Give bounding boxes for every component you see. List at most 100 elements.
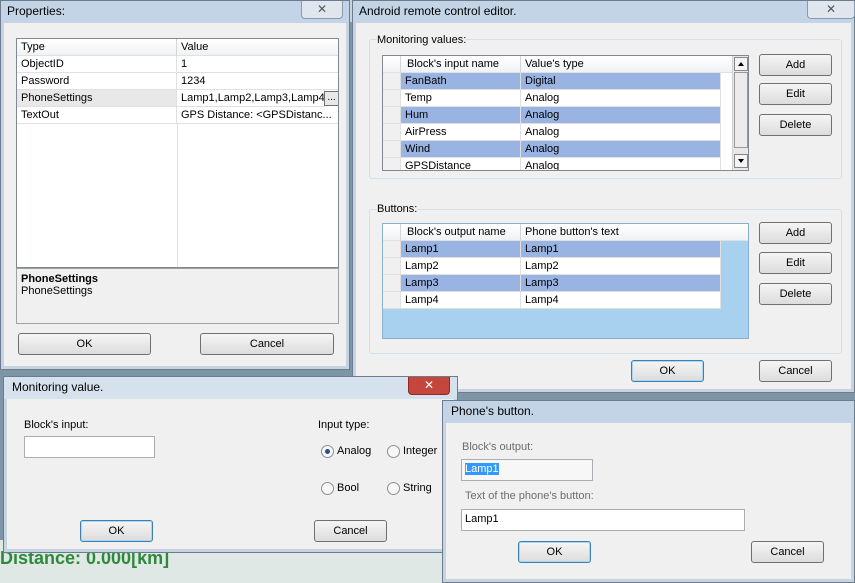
monitoring-list-header: Block's input name Value's type — [383, 56, 733, 73]
list-item[interactable]: AirPress Analog — [383, 124, 733, 141]
description-text: PhoneSettings — [21, 285, 93, 297]
column-header-button-text[interactable]: Phone button's text — [521, 224, 748, 241]
monitoring-value-title: Monitoring value. — [12, 380, 104, 394]
row-selector — [383, 241, 401, 258]
row-selector — [383, 90, 401, 107]
description-title: PhoneSettings — [21, 273, 99, 285]
list-item-text: Lamp4 — [521, 292, 721, 309]
ok-button[interactable]: OK — [631, 360, 704, 382]
property-row-selected[interactable]: PhoneSettings Lamp1,Lamp2,Lamp3,Lamp4 ..… — [17, 90, 338, 107]
list-item-type: Analog — [521, 158, 721, 170]
scroll-up-arrow-icon[interactable] — [734, 57, 748, 71]
scroll-down-arrow-icon[interactable] — [734, 154, 748, 168]
radio-integer[interactable] — [387, 445, 400, 458]
buttons-list[interactable]: Block's output name Phone button's text … — [382, 223, 749, 339]
list-item-type: Analog — [521, 124, 721, 141]
cancel-button[interactable]: Cancel — [200, 333, 334, 355]
scroll-thumb[interactable] — [734, 72, 748, 148]
radio-bool[interactable] — [321, 482, 334, 495]
list-item[interactable]: Wind Analog — [383, 141, 733, 158]
grid-column-divider — [177, 124, 178, 267]
vertical-scrollbar[interactable] — [732, 56, 748, 170]
cancel-button[interactable]: Cancel — [759, 360, 832, 382]
property-name: TextOut — [17, 107, 177, 124]
list-item[interactable]: Temp Analog — [383, 90, 733, 107]
list-item-type: Analog — [521, 141, 721, 158]
block-input-label: Block's input: — [24, 419, 89, 431]
block-output-field[interactable]: Lamp1 — [461, 459, 593, 481]
properties-titlebar: Properties: — [1, 1, 349, 23]
monitoring-group-label: Monitoring values: — [377, 34, 467, 46]
close-icon[interactable]: ✕ — [408, 377, 450, 395]
property-value[interactable]: 1234 — [177, 73, 338, 90]
list-item[interactable]: FanBath Digital — [383, 73, 733, 90]
row-selector — [383, 73, 401, 90]
list-item-name: Temp — [401, 90, 521, 107]
ok-button[interactable]: OK — [80, 520, 153, 542]
property-grid[interactable]: Type Value ObjectID 1 Password 1234 Phon… — [16, 38, 339, 268]
delete-monitoring-button[interactable]: Delete — [759, 114, 832, 136]
list-item[interactable]: Hum Analog — [383, 107, 733, 124]
column-header-input-name[interactable]: Block's input name — [401, 56, 521, 73]
list-item[interactable]: Lamp4 Lamp4 — [383, 292, 721, 309]
list-item[interactable]: Lamp3 Lamp3 — [383, 275, 721, 292]
list-item-name: AirPress — [401, 124, 521, 141]
property-value[interactable]: GPS Distance: <GPSDistanc... — [177, 107, 338, 124]
edit-button-button[interactable]: Edit — [759, 252, 832, 274]
properties-window: Properties: ✕ Type Value ObjectID 1 Pass… — [0, 0, 350, 370]
property-name: Password — [17, 73, 177, 90]
cancel-button[interactable]: Cancel — [314, 520, 387, 542]
properties-title: Properties: — [7, 4, 66, 18]
property-row[interactable]: TextOut GPS Distance: <GPSDistanc... — [17, 107, 338, 124]
column-header-value[interactable]: Value — [177, 39, 338, 56]
delete-button-button[interactable]: Delete — [759, 283, 832, 305]
block-input-field[interactable] — [24, 436, 155, 458]
list-item-name: Lamp4 — [401, 292, 521, 309]
list-item-name: Lamp2 — [401, 258, 521, 275]
radio-string-label[interactable]: String — [403, 482, 432, 494]
list-item-text: Lamp3 — [521, 275, 721, 292]
list-item-name: Lamp1 — [401, 241, 521, 258]
close-icon[interactable]: ✕ — [807, 1, 855, 19]
header-spacer — [383, 224, 401, 241]
column-header-output-name[interactable]: Block's output name — [401, 224, 521, 241]
list-item-text: Lamp1 — [521, 241, 721, 258]
ellipsis-button[interactable]: ... — [324, 91, 338, 106]
radio-analog-label[interactable]: Analog — [337, 445, 371, 457]
property-row[interactable]: Password 1234 — [17, 73, 338, 90]
radio-analog[interactable] — [321, 445, 334, 458]
list-item-type: Analog — [521, 107, 721, 124]
list-item-name: FanBath — [401, 73, 521, 90]
row-selector — [383, 275, 401, 292]
radio-string[interactable] — [387, 482, 400, 495]
radio-bool-label[interactable]: Bool — [337, 482, 359, 494]
phone-button-title: Phone's button. — [451, 404, 535, 418]
property-value[interactable]: Lamp1,Lamp2,Lamp3,Lamp4 — [177, 90, 325, 107]
add-button-button[interactable]: Add — [759, 222, 832, 244]
editor-client: Monitoring values: Block's input name Va… — [359, 23, 850, 388]
list-item-name: Wind — [401, 141, 521, 158]
property-value[interactable]: 1 — [177, 56, 338, 73]
property-row[interactable]: ObjectID 1 — [17, 56, 338, 73]
radio-integer-label[interactable]: Integer — [403, 445, 437, 457]
cancel-button[interactable]: Cancel — [751, 541, 824, 563]
editor-title: Android remote control editor. — [359, 4, 517, 18]
row-selector — [383, 158, 401, 170]
monitoring-list[interactable]: Block's input name Value's type FanBath … — [382, 55, 749, 171]
list-item[interactable]: GPSDistance Analog — [383, 158, 733, 170]
block-output-value: Lamp1 — [465, 463, 499, 475]
ok-button[interactable]: OK — [518, 541, 591, 563]
button-text-field[interactable]: Lamp1 — [461, 509, 745, 531]
editor-titlebar: Android remote control editor. — [353, 1, 854, 23]
row-selector — [383, 124, 401, 141]
list-item[interactable]: Lamp1 Lamp1 — [383, 241, 721, 258]
close-icon[interactable]: ✕ — [301, 1, 343, 19]
edit-monitoring-button[interactable]: Edit — [759, 83, 832, 105]
monitoring-value-titlebar: Monitoring value. — [4, 377, 457, 399]
list-item[interactable]: Lamp2 Lamp2 — [383, 258, 721, 275]
add-monitoring-button[interactable]: Add — [759, 54, 832, 76]
row-selector — [383, 141, 401, 158]
ok-button[interactable]: OK — [18, 333, 151, 355]
column-header-value-type[interactable]: Value's type — [521, 56, 733, 73]
column-header-type[interactable]: Type — [17, 39, 177, 56]
